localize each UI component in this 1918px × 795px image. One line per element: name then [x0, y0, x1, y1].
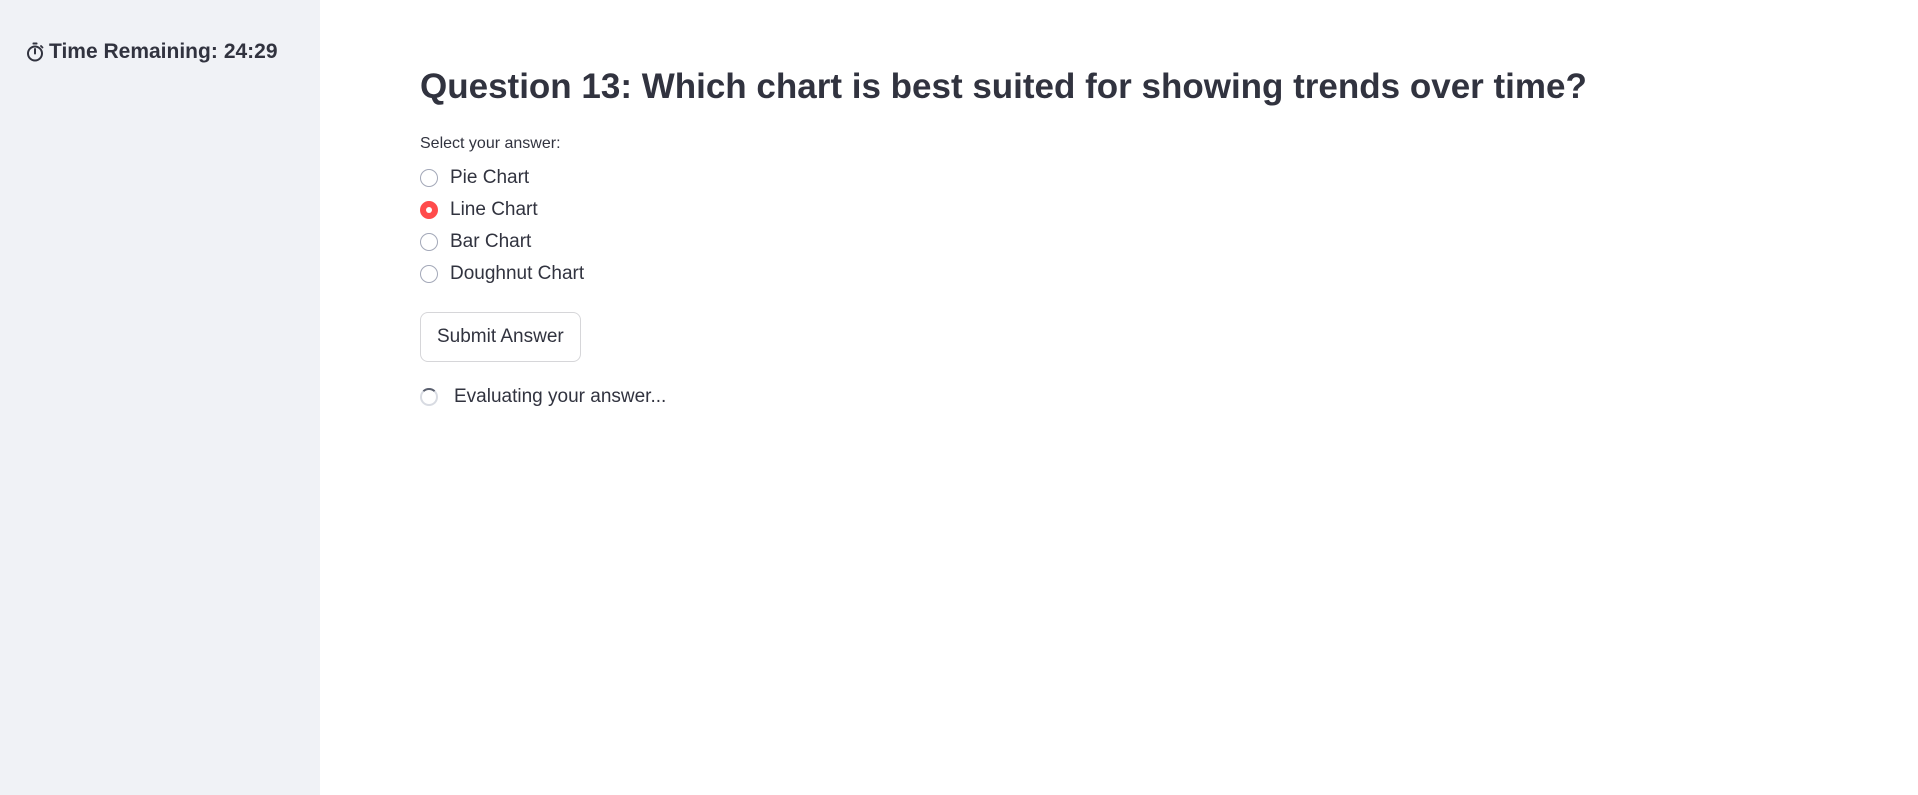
radio-option-label: Doughnut Chart	[450, 263, 585, 284]
question-title: Question 13: Which chart is best suited …	[420, 67, 1587, 106]
radio-button[interactable]	[420, 233, 438, 251]
radio-option-doughnut-chart[interactable]: Doughnut Chart	[420, 258, 1720, 290]
radio-option-bar-chart[interactable]: Bar Chart	[420, 226, 1720, 258]
sidebar: Time Remaining: 24:29	[0, 0, 320, 795]
radio-option-pie-chart[interactable]: Pie Chart	[420, 162, 1720, 194]
app-window: Time Remaining: 24:29 Question 13: Which…	[0, 0, 1918, 795]
time-remaining: Time Remaining: 24:29	[25, 40, 278, 64]
radio-button[interactable]	[420, 265, 438, 283]
stopwatch-icon	[25, 42, 45, 62]
time-remaining-value: 24:29	[223, 40, 278, 63]
submit-answer-button[interactable]: Submit Answer	[420, 312, 581, 362]
answer-radio-group: Pie Chart Line Chart Bar Chart Doughnut …	[420, 162, 1720, 290]
main-content: Question 13: Which chart is best suited …	[320, 0, 1918, 795]
evaluation-status: Evaluating your answer...	[420, 386, 1720, 408]
time-remaining-label: Time Remaining:	[49, 40, 218, 63]
status-text: Evaluating your answer...	[454, 386, 667, 407]
answer-prompt: Select your answer:	[420, 135, 561, 152]
question-panel: Question 13: Which chart is best suited …	[420, 62, 1720, 408]
radio-option-line-chart[interactable]: Line Chart	[420, 194, 1720, 226]
radio-option-label: Pie Chart	[450, 167, 530, 188]
radio-option-label: Line Chart	[450, 199, 538, 220]
radio-button[interactable]	[420, 169, 438, 187]
radio-button-selected[interactable]	[420, 201, 438, 219]
radio-option-label: Bar Chart	[450, 231, 532, 252]
spinner-icon	[420, 388, 438, 406]
